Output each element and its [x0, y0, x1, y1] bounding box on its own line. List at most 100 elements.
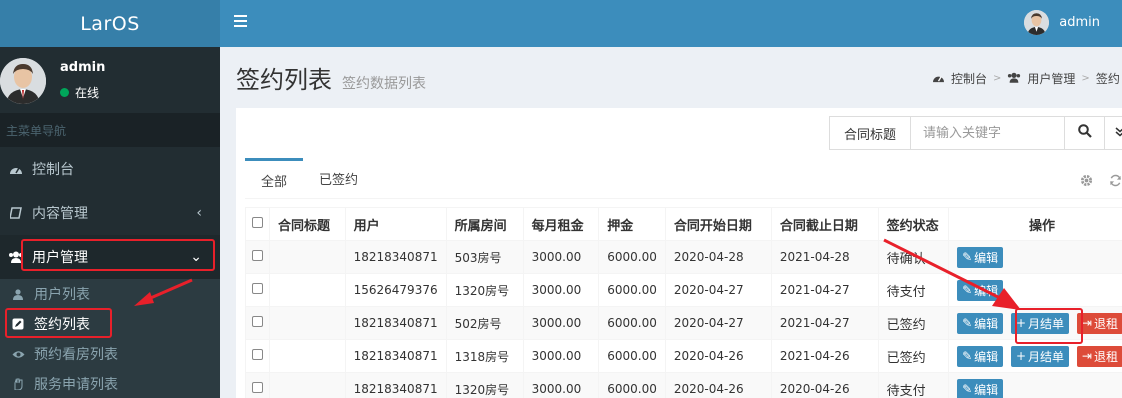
breadcrumb-item[interactable]: 用户管理	[1027, 70, 1075, 87]
cell-title	[269, 240, 346, 274]
row-select-cell[interactable]	[245, 372, 270, 398]
column-header[interactable]: 合同标题	[269, 207, 346, 241]
table-row: 18218340871 1318房号 3000.00 6000.00 2020-…	[245, 339, 1122, 373]
row-checkbox[interactable]	[252, 382, 263, 393]
cell-end-date: 2021-04-28	[770, 240, 879, 274]
sidebar-item-label: 控制台	[32, 162, 74, 178]
gear-icon[interactable]	[1080, 174, 1093, 191]
annotation-arrow-table	[883, 238, 1021, 310]
column-header[interactable]: 押金	[598, 207, 666, 241]
edit-button[interactable]: ✎ 编辑	[957, 345, 1004, 367]
user-avatar	[0, 58, 46, 104]
table-tools	[1080, 174, 1122, 191]
edit-button-label: 编辑	[974, 349, 999, 364]
cell-room: 503房号	[445, 240, 524, 274]
cell-room: 1320房号	[445, 273, 524, 307]
book-icon	[8, 207, 24, 219]
sidebar-item-label: 内容管理	[32, 206, 88, 222]
tab-all[interactable]: 全部	[245, 158, 304, 199]
user-panel: admin 在线	[0, 47, 220, 113]
row-select-cell[interactable]	[245, 306, 270, 340]
user-status: 在线	[60, 84, 99, 101]
advanced-search-button[interactable]	[1104, 117, 1122, 149]
topbar: admin	[220, 0, 1122, 47]
content-header: 签约列表 签约数据列表	[236, 60, 426, 95]
select-all-checkbox[interactable]	[252, 216, 263, 228]
select-all-cell[interactable]	[245, 207, 270, 241]
cell-end-date: 2021-04-26	[770, 339, 879, 373]
double-chevron-down-icon	[1115, 126, 1122, 141]
page-subtitle: 签约数据列表	[342, 76, 426, 92]
row-checkbox[interactable]	[252, 283, 263, 294]
tab-signed[interactable]: 已签约	[303, 158, 374, 199]
refresh-icon[interactable]	[1109, 174, 1122, 191]
row-checkbox[interactable]	[252, 316, 263, 327]
cell-rent: 3000.00	[522, 306, 600, 340]
top-user-menu[interactable]: admin	[1024, 10, 1100, 35]
eye-icon	[10, 350, 26, 359]
sidebar-item-label: 服务申请列表	[34, 377, 118, 393]
page-title: 签约列表	[236, 66, 332, 94]
search-input[interactable]	[911, 117, 1064, 149]
cell-user: 18218340871	[344, 306, 447, 340]
dashboard-icon	[932, 72, 945, 86]
edit-button[interactable]: ✎ 编辑	[957, 378, 1004, 398]
row-checkbox[interactable]	[252, 250, 263, 261]
top-user-name: admin	[1059, 15, 1100, 30]
column-header[interactable]: 每月租金	[522, 207, 600, 241]
hand-icon	[10, 378, 26, 390]
cell-room: 1318房号	[445, 339, 524, 373]
edit-button-label: 编辑	[974, 316, 999, 331]
row-select-cell[interactable]	[245, 273, 270, 307]
cell-status: 已签约	[877, 339, 950, 373]
chevron-left-icon: ‹	[196, 205, 202, 221]
cell-title	[269, 372, 346, 398]
menu-header: 主菜单导航	[0, 113, 220, 147]
highlight-box-users	[21, 239, 215, 271]
annotation-arrow-sidebar	[134, 278, 193, 306]
cell-room: 502房号	[445, 306, 524, 340]
column-header[interactable]: 合同开始日期	[664, 207, 772, 241]
sidebar-item-viewing-list[interactable]: 预约看房列表	[0, 339, 220, 369]
search-button[interactable]	[1064, 117, 1104, 149]
row-select-cell[interactable]	[245, 339, 270, 373]
terminate-lease-label: 退租	[1093, 316, 1118, 331]
search-field-select[interactable]: 合同标题	[830, 117, 911, 149]
breadcrumb-item[interactable]: 签约	[1096, 70, 1120, 87]
column-header[interactable]: 合同截止日期	[770, 207, 879, 241]
search-group: 合同标题	[829, 116, 1122, 150]
sidebar-item-dashboard[interactable]: 控制台	[0, 147, 220, 191]
monthly-bill-button[interactable]: + 月结单	[1010, 345, 1070, 367]
cell-room: 1320房号	[445, 372, 524, 398]
sidebar: LarOS admin 在线 主菜单导航 控制台 内容管理 ‹ 用户管理 ⌄ 用…	[0, 0, 220, 398]
sidebar-item-label: 用户列表	[34, 287, 90, 303]
cell-start-date: 2020-04-27	[664, 306, 772, 340]
sidebar-item-service-list[interactable]: 服务申请列表	[0, 369, 220, 398]
terminate-lease-button[interactable]: ⇥ 退租	[1076, 345, 1122, 367]
cell-end-date: 2020-04-26	[770, 372, 879, 398]
breadcrumb-item[interactable]: 控制台	[951, 70, 987, 87]
highlight-box-contract	[5, 308, 112, 338]
cell-title	[269, 273, 346, 307]
breadcrumb-separator-icon: >	[993, 73, 1002, 84]
cell-actions: ✎ 编辑 + 月结单 ⇥ 退租	[948, 339, 1122, 373]
highlight-box-monthly-bill	[1015, 308, 1083, 344]
cell-deposit: 6000.00	[598, 372, 666, 398]
user-status-label: 在线	[75, 86, 100, 100]
sidebar-item-content[interactable]: 内容管理 ‹	[0, 191, 220, 235]
column-header[interactable]: 所属房间	[445, 207, 524, 241]
row-select-cell[interactable]	[245, 240, 270, 274]
app-logo[interactable]: LarOS	[0, 0, 220, 47]
cell-rent: 3000.00	[522, 339, 600, 373]
cell-start-date: 2020-04-27	[664, 273, 772, 307]
cell-title	[269, 339, 346, 373]
menu-toggle-icon[interactable]	[234, 15, 247, 30]
column-header[interactable]: 用户	[344, 207, 447, 241]
row-checkbox[interactable]	[252, 349, 263, 360]
table-row: 18218340871 1320房号 3000.00 6000.00 2020-…	[245, 372, 1122, 398]
edit-icon: ✎	[962, 316, 973, 330]
terminate-lease-button[interactable]: ⇥ 退租	[1076, 312, 1122, 334]
cell-user: 18218340871	[344, 339, 447, 373]
cell-start-date: 2020-04-26	[664, 339, 772, 373]
cell-start-date: 2020-04-26	[664, 372, 772, 398]
